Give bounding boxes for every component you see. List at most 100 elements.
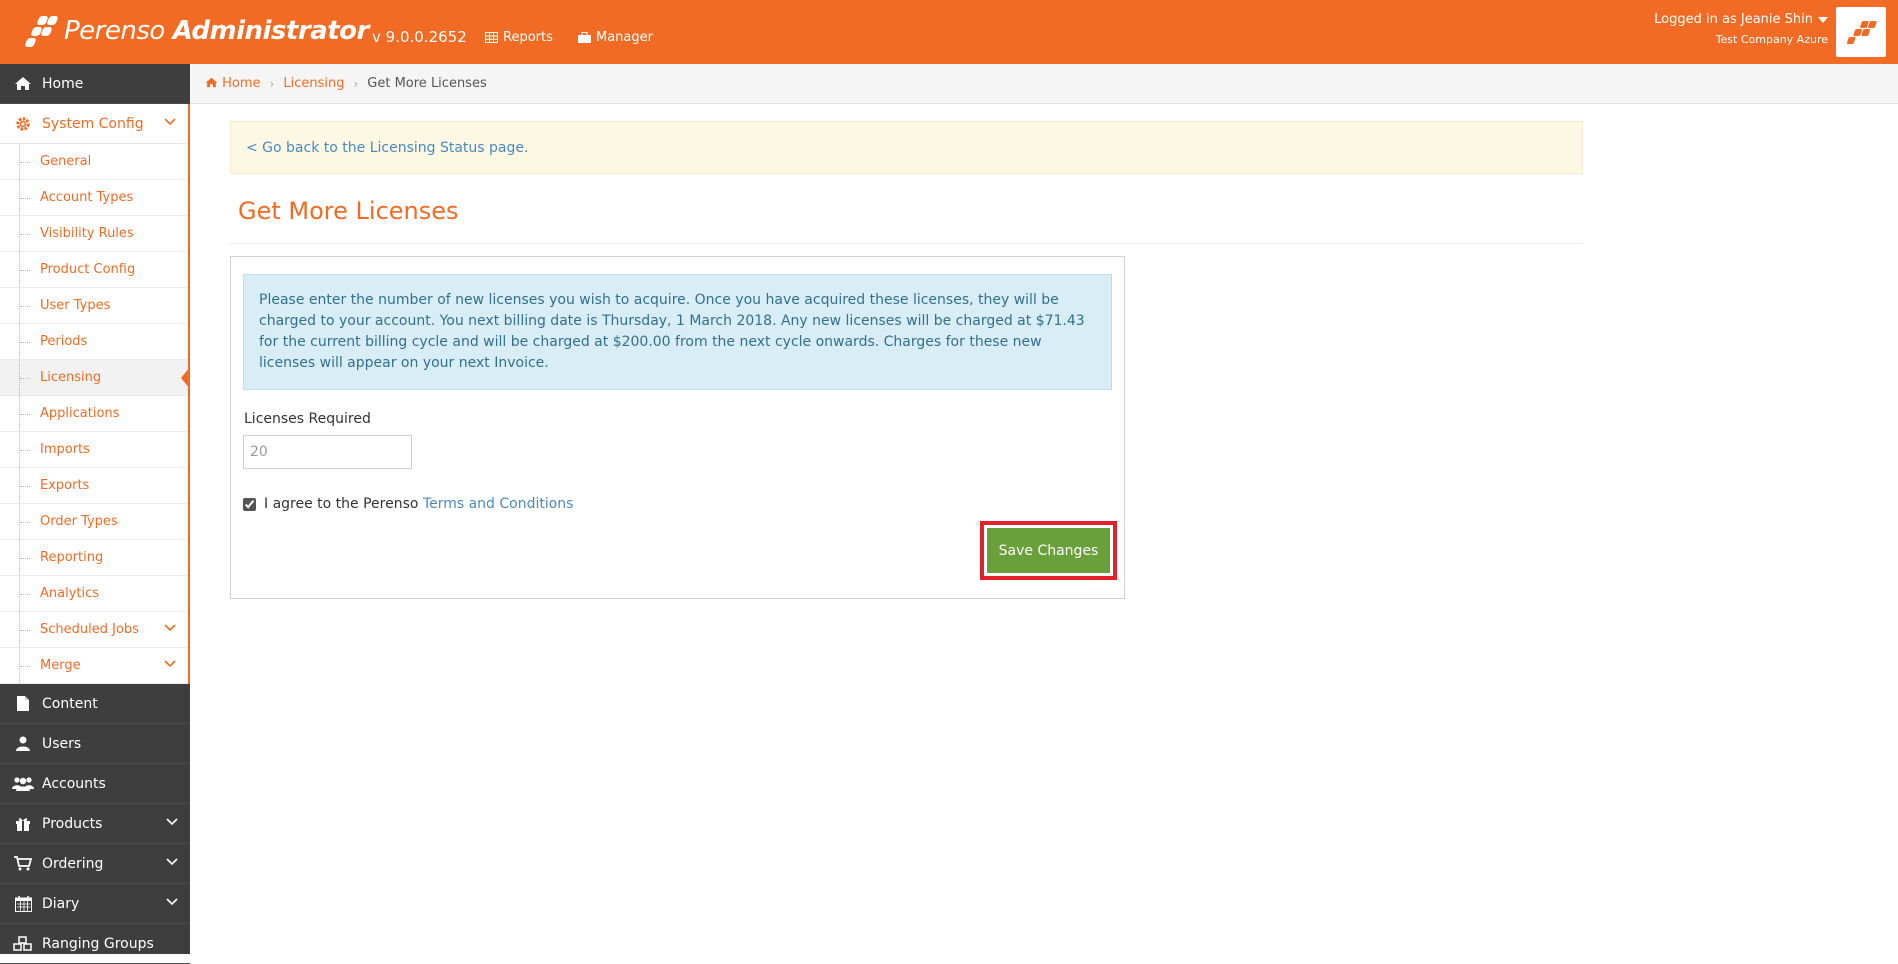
title-divider	[230, 243, 1583, 244]
sidebar-sub-order-types[interactable]: Order Types	[0, 504, 188, 540]
sidebar-item-ranging-groups[interactable]: Ranging Groups	[0, 924, 190, 964]
sidebar-sub-label: Exports	[40, 478, 90, 493]
sidebar-system-config-group: System Config General Account Types Visi…	[0, 104, 190, 684]
sidebar-sub-label: Analytics	[40, 586, 100, 601]
company-name: Test Company Azure	[1715, 33, 1828, 46]
sidebar-sub-licensing[interactable]: Licensing	[0, 360, 190, 396]
sidebar-sub-label: Licensing	[40, 370, 102, 385]
breadcrumb-separator-icon: ›	[353, 76, 359, 91]
user-menu[interactable]: Logged in as Jeanie Shin Test Company Az…	[1654, 12, 1828, 46]
back-alert: < Go back to the Licensing Status page.	[230, 121, 1583, 174]
home-icon	[205, 77, 218, 88]
breadcrumb-current: Get More Licenses	[367, 76, 487, 91]
sidebar-sub-merge[interactable]: Merge	[0, 648, 188, 684]
sidebar-sub-visibility-rules[interactable]: Visibility Rules	[0, 216, 188, 252]
sidebar-sub-label: Order Types	[40, 514, 118, 529]
breadcrumb-licensing[interactable]: Licensing	[283, 76, 344, 91]
sidebar-item-home[interactable]: Home	[0, 64, 190, 104]
chevron-down-icon	[164, 118, 176, 126]
sidebar-sub-account-types[interactable]: Account Types	[0, 180, 188, 216]
sidebar-sub-label: General	[40, 154, 92, 169]
perenso-logo-icon	[24, 14, 59, 48]
sidebar-sub-label: Account Types	[40, 190, 134, 205]
sidebar-sub-label: Imports	[40, 442, 90, 457]
manager-link[interactable]: Manager	[578, 30, 653, 45]
sidebar-sub-reporting[interactable]: Reporting	[0, 540, 188, 576]
agree-checkbox[interactable]	[243, 497, 256, 511]
chevron-down-icon	[164, 660, 176, 668]
home-icon	[15, 77, 31, 90]
sidebar-item-users[interactable]: Users	[0, 724, 190, 764]
page-title: Get More Licenses	[238, 197, 459, 225]
sidebar-sub-scheduled-jobs[interactable]: Scheduled Jobs	[0, 612, 188, 648]
sidebar-sub-label: Product Config	[40, 262, 136, 277]
top-bar: Perenso Administrator v 9.0.0.2652 Repor…	[0, 0, 1898, 64]
chevron-down-icon	[166, 858, 178, 866]
sidebar: Home System Config General Account Types…	[0, 64, 190, 964]
sidebar-sub-label: Merge	[40, 658, 81, 673]
sidebar-item-accounts[interactable]: Accounts	[0, 764, 190, 804]
licenses-required-input[interactable]	[243, 435, 412, 469]
file-icon	[17, 696, 29, 711]
save-changes-button[interactable]: Save Changes	[987, 528, 1110, 573]
sidebar-sub-label: User Types	[40, 298, 111, 313]
perenso-mark-icon	[1846, 21, 1877, 44]
sidebar-sub-label: Applications	[40, 406, 120, 421]
sidebar-sub-imports[interactable]: Imports	[0, 432, 188, 468]
sidebar-sub-label: Reporting	[40, 550, 104, 565]
cubes-icon	[13, 935, 32, 951]
sidebar-sub-user-types[interactable]: User Types	[0, 288, 188, 324]
sidebar-item-label: Accounts	[42, 775, 106, 792]
terms-link[interactable]: Terms and Conditions	[423, 496, 574, 512]
sidebar-sub-product-config[interactable]: Product Config	[0, 252, 188, 288]
licenses-required-label: Licenses Required	[244, 411, 371, 427]
sidebar-sub-analytics[interactable]: Analytics	[0, 576, 188, 612]
sidebar-item-content[interactable]: Content	[0, 684, 190, 724]
users-group-icon	[12, 777, 34, 791]
agree-text: I agree to the Perenso	[264, 496, 419, 512]
breadcrumb-home-label: Home	[222, 76, 261, 91]
sidebar-sub-applications[interactable]: Applications	[0, 396, 188, 432]
sidebar-item-label: Home	[42, 75, 84, 92]
manager-label: Manager	[596, 30, 653, 45]
gift-icon	[16, 818, 30, 831]
version-label: v 9.0.0.2652	[372, 28, 467, 46]
shopping-cart-icon	[14, 856, 32, 871]
sidebar-item-ordering[interactable]: Ordering	[0, 844, 190, 884]
chevron-down-icon	[166, 818, 178, 826]
license-form-panel: Please enter the number of new licenses …	[230, 256, 1125, 599]
sidebar-sub-label: Scheduled Jobs	[40, 622, 139, 637]
perenso-logo[interactable]: Perenso Administrator	[24, 8, 369, 54]
sidebar-item-label: Content	[42, 695, 98, 712]
agree-row[interactable]: I agree to the Perenso Terms and Conditi…	[243, 496, 573, 512]
reports-label: Reports	[503, 30, 553, 45]
sidebar-sub-label: Visibility Rules	[40, 226, 134, 241]
sidebar-item-label: Diary	[42, 895, 80, 912]
table-icon	[485, 32, 498, 43]
active-indicator	[181, 367, 190, 389]
billing-info-alert: Please enter the number of new licenses …	[243, 274, 1112, 390]
sidebar-item-label: Users	[42, 735, 82, 752]
sidebar-item-label: System Config	[42, 115, 144, 132]
sidebar-item-label: Ranging Groups	[42, 935, 154, 952]
sidebar-item-label: Products	[42, 815, 103, 832]
breadcrumb-home[interactable]: Home	[205, 76, 261, 91]
breadcrumb-separator-icon: ›	[269, 76, 275, 91]
sidebar-sub-label: Periods	[40, 334, 88, 349]
reports-link[interactable]: Reports	[485, 30, 553, 45]
sidebar-sub-general[interactable]: General	[0, 144, 188, 180]
calendar-icon	[14, 895, 32, 912]
sidebar-item-products[interactable]: Products	[0, 804, 190, 844]
sidebar-sub-exports[interactable]: Exports	[0, 468, 188, 504]
back-to-licensing-link[interactable]: < Go back to the Licensing Status page.	[246, 140, 528, 156]
chevron-down-icon	[166, 898, 178, 906]
app-title: Perenso Administrator	[64, 16, 369, 46]
avatar[interactable]	[1836, 7, 1886, 57]
sidebar-sub-periods[interactable]: Periods	[0, 324, 188, 360]
chevron-down-icon	[164, 624, 176, 632]
user-icon	[16, 736, 30, 751]
save-highlight-box: Save Changes	[980, 521, 1117, 580]
logged-in-text: Logged in as Jeanie Shin	[1654, 12, 1813, 27]
sidebar-item-system-config[interactable]: System Config	[0, 104, 188, 144]
sidebar-item-diary[interactable]: Diary	[0, 884, 190, 924]
